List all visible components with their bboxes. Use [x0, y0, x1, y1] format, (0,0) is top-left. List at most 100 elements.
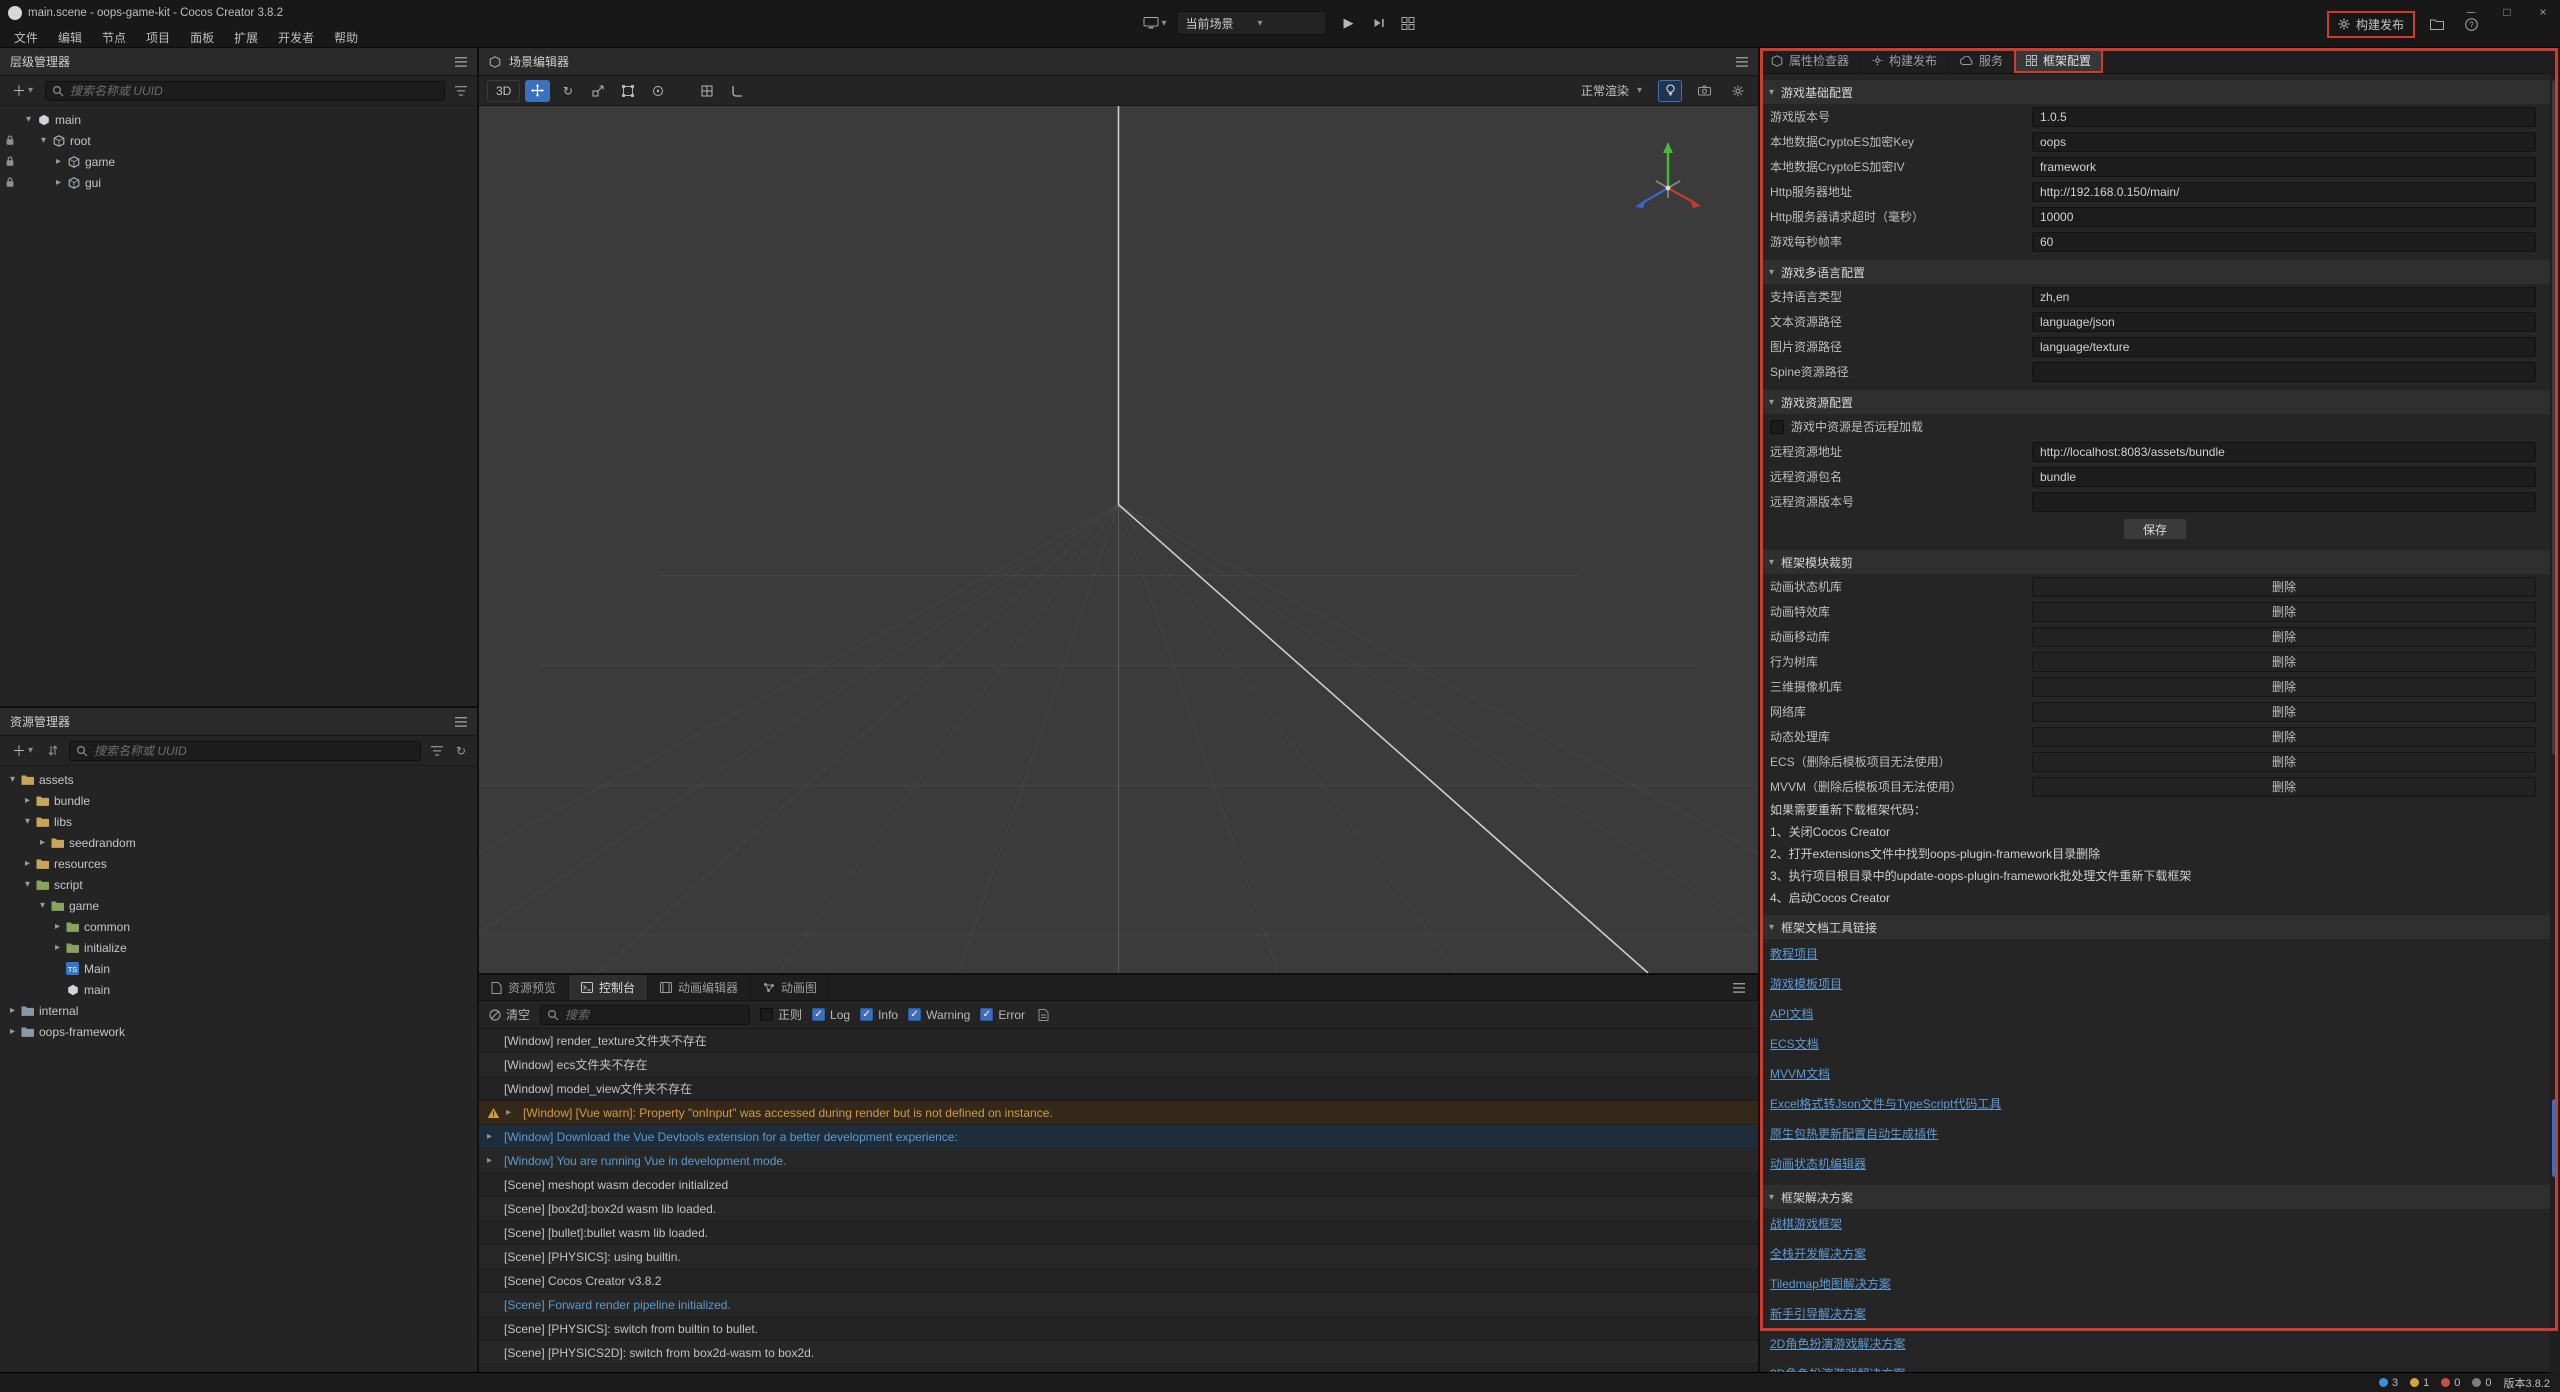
expand-arrow-icon[interactable]: ▸ [487, 1131, 498, 1142]
doc-link[interactable]: 全栈开发解决方案 [1770, 1245, 1866, 1262]
section-header-游戏资源配置[interactable]: ▾游戏资源配置 [1760, 390, 2550, 414]
menu-extension[interactable]: 扩展 [224, 26, 268, 48]
filter-warning[interactable]: ✓Warning [908, 1008, 970, 1022]
grid-snap-button[interactable] [724, 80, 749, 102]
menu-project[interactable]: 项目 [136, 26, 180, 48]
log-row[interactable]: [Scene] [PHYSICS2D]: switch from box2d-w… [479, 1341, 1758, 1365]
chevron-down-icon[interactable]: ▾ [37, 135, 50, 146]
section-header-游戏多语言配置[interactable]: ▾游戏多语言配置 [1760, 260, 2550, 284]
module-delete-button[interactable]: 删除 [2032, 652, 2536, 672]
lock-icon[interactable] [5, 155, 15, 170]
chevron-right-icon[interactable]: ▸ [6, 1005, 19, 1016]
gear-icon[interactable] [1726, 80, 1750, 102]
doc-link[interactable]: 战棋游戏框架 [1770, 1215, 1842, 1232]
text-field[interactable] [2032, 362, 2536, 382]
chevron-right-icon[interactable]: ▸ [51, 942, 64, 953]
tree-node-oops-framework[interactable]: ▸oops-framework [0, 1021, 477, 1042]
sort-icon[interactable] [45, 745, 61, 756]
tree-node-initialize[interactable]: ▸initialize [0, 937, 477, 958]
info-count[interactable]: 3 [2379, 1377, 2398, 1389]
chevron-down-icon[interactable]: ▾ [36, 900, 49, 911]
section-header-框架文档工具链接[interactable]: ▾框架文档工具链接 [1760, 915, 2550, 939]
clear-console-button[interactable]: 清空 [489, 1006, 530, 1023]
error-count[interactable]: 0 [2441, 1377, 2460, 1389]
doc-link[interactable]: ECS文档 [1770, 1035, 1819, 1052]
maximize-button[interactable]: □ [2496, 2, 2518, 22]
section-header-框架模块裁剪[interactable]: ▾框架模块裁剪 [1760, 550, 2550, 574]
log-row[interactable]: ▸[Window] You are running Vue in develop… [479, 1149, 1758, 1173]
tree-node-common[interactable]: ▸common [0, 916, 477, 937]
remote-load-checkbox[interactable] [1770, 420, 1784, 434]
menu-edit[interactable]: 编辑 [48, 26, 92, 48]
chevron-down-icon[interactable]: ▾ [6, 774, 19, 785]
regex-toggle[interactable]: 正则 [760, 1006, 802, 1023]
text-field[interactable]: language/json [2032, 312, 2536, 332]
tree-node-game[interactable]: ▾game [0, 895, 477, 916]
tree-node-libs[interactable]: ▾libs [0, 811, 477, 832]
menu-file[interactable]: 文件 [4, 26, 48, 48]
assets-search[interactable] [69, 741, 421, 761]
build-publish-button[interactable]: 构建发布 [2330, 14, 2412, 35]
notification-count[interactable]: 0 [2472, 1377, 2491, 1389]
log-row[interactable]: [Scene] [box2d]:box2d wasm lib loaded. [479, 1197, 1758, 1221]
axis-gizmo[interactable] [1620, 134, 1716, 230]
text-field[interactable]: framework [2032, 157, 2536, 177]
hierarchy-menu-icon[interactable] [455, 57, 467, 67]
module-delete-button[interactable]: 删除 [2032, 777, 2536, 797]
log-row[interactable]: [Scene] [bullet]:bullet wasm lib loaded. [479, 1221, 1758, 1245]
chevron-right-icon[interactable]: ▸ [51, 921, 64, 932]
rotate-tool-button[interactable]: ↻ [555, 80, 580, 102]
move-tool-button[interactable] [525, 80, 550, 102]
text-field[interactable] [2032, 492, 2536, 512]
text-field[interactable]: bundle [2032, 467, 2536, 487]
module-delete-button[interactable]: 删除 [2032, 702, 2536, 722]
tab-service[interactable]: 服务 [1949, 48, 2015, 73]
lock-icon[interactable] [5, 176, 15, 191]
menu-panel[interactable]: 面板 [180, 26, 224, 48]
scene-selector[interactable]: 当前场景 ▾ [1177, 11, 1327, 35]
doc-link[interactable]: MVVM文档 [1770, 1065, 1830, 1082]
platform-icon[interactable]: ▾ [1143, 12, 1166, 34]
chevron-right-icon[interactable]: ▸ [21, 795, 34, 806]
text-field[interactable]: http://localhost:8083/assets/bundle [2032, 442, 2536, 462]
doc-link[interactable]: 3D角色扮演游戏解决方案 [1770, 1365, 1905, 1372]
module-delete-button[interactable]: 删除 [2032, 602, 2536, 622]
assets-menu-icon[interactable] [455, 717, 467, 727]
tab-framework-config[interactable]: 框架配置 [2015, 48, 2103, 73]
expand-arrow-icon[interactable]: ▸ [487, 1155, 498, 1166]
warning-count[interactable]: 1 [2410, 1377, 2429, 1389]
log-row[interactable]: [Scene] Cocos Creator v3.8.2 [479, 1269, 1758, 1293]
tree-node-Main[interactable]: TSMain [0, 958, 477, 979]
chevron-down-icon[interactable]: ▾ [21, 879, 34, 890]
chevron-right-icon[interactable]: ▸ [21, 858, 34, 869]
tree-node-game[interactable]: ▸game [0, 151, 477, 172]
chevron-down-icon[interactable]: ▾ [22, 114, 35, 125]
hierarchy-filter-icon[interactable] [453, 86, 469, 96]
tree-node-root[interactable]: ▾root [0, 130, 477, 151]
doc-link[interactable]: 游戏模板项目 [1770, 975, 1842, 992]
console-search[interactable] [540, 1005, 750, 1025]
log-row[interactable]: [Window] ecs文件夹不存在 [479, 1053, 1758, 1077]
log-row[interactable]: [Window] model_view文件夹不存在 [479, 1077, 1758, 1101]
play-button[interactable]: ▶ [1337, 15, 1361, 31]
text-field[interactable]: oops [2032, 132, 2536, 152]
menu-developer[interactable]: 开发者 [268, 26, 324, 48]
log-row[interactable]: ▸[Window] Download the Vue Devtools exte… [479, 1125, 1758, 1149]
tree-node-resources[interactable]: ▸resources [0, 853, 477, 874]
assets-filter-icon[interactable] [429, 746, 445, 756]
doc-link[interactable]: Excel格式转Json文件与TypeScript代码工具 [1770, 1095, 2001, 1112]
transform-tool-button[interactable] [645, 80, 670, 102]
tree-node-gui[interactable]: ▸gui [0, 172, 477, 193]
chevron-right-icon[interactable]: ▸ [52, 156, 65, 167]
collapse-log-icon[interactable] [1035, 1009, 1051, 1021]
menu-help[interactable]: 帮助 [324, 26, 368, 48]
doc-link[interactable]: 原生包热更新配置自动生成插件 [1770, 1125, 1938, 1142]
lock-icon[interactable] [5, 134, 15, 149]
hierarchy-search[interactable] [45, 81, 445, 101]
help-icon[interactable]: ? [2462, 13, 2480, 35]
step-button[interactable] [1371, 12, 1389, 34]
log-row[interactable]: [Scene] meshopt wasm decoder initialized [479, 1173, 1758, 1197]
pivot-snap-button[interactable] [694, 80, 719, 102]
section-header-游戏基础配置[interactable]: ▾游戏基础配置 [1760, 80, 2550, 104]
tree-node-main[interactable]: main [0, 979, 477, 1000]
